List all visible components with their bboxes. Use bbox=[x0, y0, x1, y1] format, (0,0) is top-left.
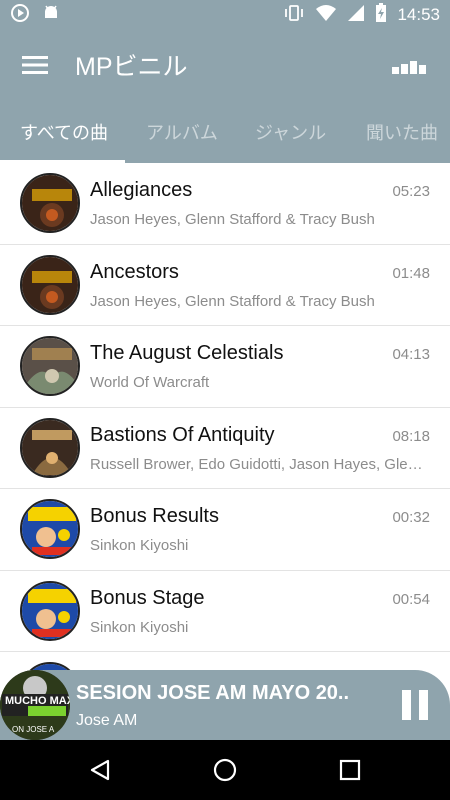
song-duration: 05:23 bbox=[392, 183, 430, 200]
song-duration: 08:18 bbox=[392, 427, 430, 445]
pause-icon bbox=[402, 690, 411, 720]
battery-charging-icon bbox=[375, 2, 387, 28]
now-playing-title: SESION JOSE AM MAYO 20.. bbox=[76, 682, 350, 704]
song-row[interactable]: Allegiances Jason Heyes, Glenn Stafford … bbox=[0, 163, 450, 245]
tab-genres[interactable]: ジャンル bbox=[255, 100, 326, 163]
song-title: Bonus Results bbox=[90, 505, 219, 527]
back-icon[interactable] bbox=[80, 750, 120, 790]
status-bar: 14:53 bbox=[0, 0, 450, 30]
song-title: The August Celestials bbox=[90, 342, 284, 364]
song-list[interactable]: Allegiances Jason Heyes, Glenn Stafford … bbox=[0, 163, 450, 670]
wifi-icon bbox=[315, 4, 337, 27]
equalizer-icon[interactable] bbox=[380, 30, 440, 100]
art-subtext: ON JOSE A bbox=[12, 725, 55, 734]
recents-icon[interactable] bbox=[330, 750, 370, 790]
song-row[interactable]: The August Celestials World Of Warcraft … bbox=[0, 326, 450, 408]
song-title: Allegiances bbox=[90, 179, 193, 201]
song-title: Bonus Stage bbox=[90, 586, 205, 609]
play-circle-icon bbox=[10, 3, 30, 28]
now-playing-album-art[interactable]: MUCHO MAX ON JOSE A bbox=[0, 670, 70, 740]
song-row[interactable]: Bastions Of Antiquity Russell Brower, Ed… bbox=[0, 408, 450, 489]
clock: 14:53 bbox=[397, 5, 440, 24]
album-art bbox=[20, 499, 80, 559]
album-art bbox=[20, 254, 80, 315]
tab-all-songs[interactable]: すべての曲 bbox=[20, 100, 108, 163]
pause-button[interactable] bbox=[402, 690, 428, 720]
song-duration: 04:13 bbox=[392, 346, 430, 363]
song-artist: Russell Brower, Edo Guidotti, Jason Haye… bbox=[90, 455, 430, 473]
hamburger-menu-icon[interactable] bbox=[0, 30, 70, 100]
song-duration: 00:54 bbox=[392, 590, 430, 608]
tab-played-songs[interactable]: 聞いた曲 bbox=[366, 100, 438, 163]
signal-icon bbox=[347, 4, 365, 27]
album-art bbox=[20, 173, 80, 233]
app-bar: MPビニル bbox=[0, 30, 450, 100]
album-art bbox=[20, 336, 80, 396]
art-text-line1: MUCHO MAX bbox=[5, 695, 70, 707]
tab-bar: すべての曲 アルバム ジャンル 聞いた曲 bbox=[0, 100, 450, 163]
app-title: MPビニル bbox=[75, 53, 188, 81]
system-nav-bar bbox=[0, 740, 450, 800]
album-art bbox=[20, 417, 80, 478]
song-artist: World Of Warcraft bbox=[90, 374, 210, 391]
song-duration: 00:32 bbox=[392, 509, 430, 526]
song-artist: Sinkon Kiyoshi bbox=[90, 618, 189, 636]
song-title: Bastions Of Antiquity bbox=[90, 423, 275, 446]
tab-albums[interactable]: アルバム bbox=[146, 100, 218, 163]
song-row[interactable]: Ancestors Jason Heyes, Glenn Stafford & … bbox=[0, 245, 450, 326]
now-playing-artist: Jose AM bbox=[76, 712, 138, 729]
song-row[interactable]: Bonus Results Sinkon Kiyoshi 00:32 bbox=[0, 489, 450, 571]
home-icon[interactable] bbox=[205, 750, 245, 790]
song-row[interactable] bbox=[0, 652, 450, 670]
android-icon bbox=[42, 4, 60, 27]
album-art bbox=[20, 662, 80, 670]
song-artist: Jason Heyes, Glenn Stafford & Tracy Bush bbox=[90, 211, 375, 228]
song-duration: 01:48 bbox=[392, 264, 430, 282]
song-title: Ancestors bbox=[90, 260, 179, 283]
song-row[interactable]: Bonus Stage Sinkon Kiyoshi 00:54 bbox=[0, 571, 450, 652]
vibrate-icon bbox=[283, 4, 305, 27]
song-artist: Sinkon Kiyoshi bbox=[90, 537, 189, 554]
song-artist: Jason Heyes, Glenn Stafford & Tracy Bush bbox=[90, 292, 375, 310]
now-playing-bar[interactable]: MUCHO MAX ON JOSE A SESION JOSE AM MAYO … bbox=[0, 670, 450, 740]
album-art bbox=[20, 580, 80, 641]
